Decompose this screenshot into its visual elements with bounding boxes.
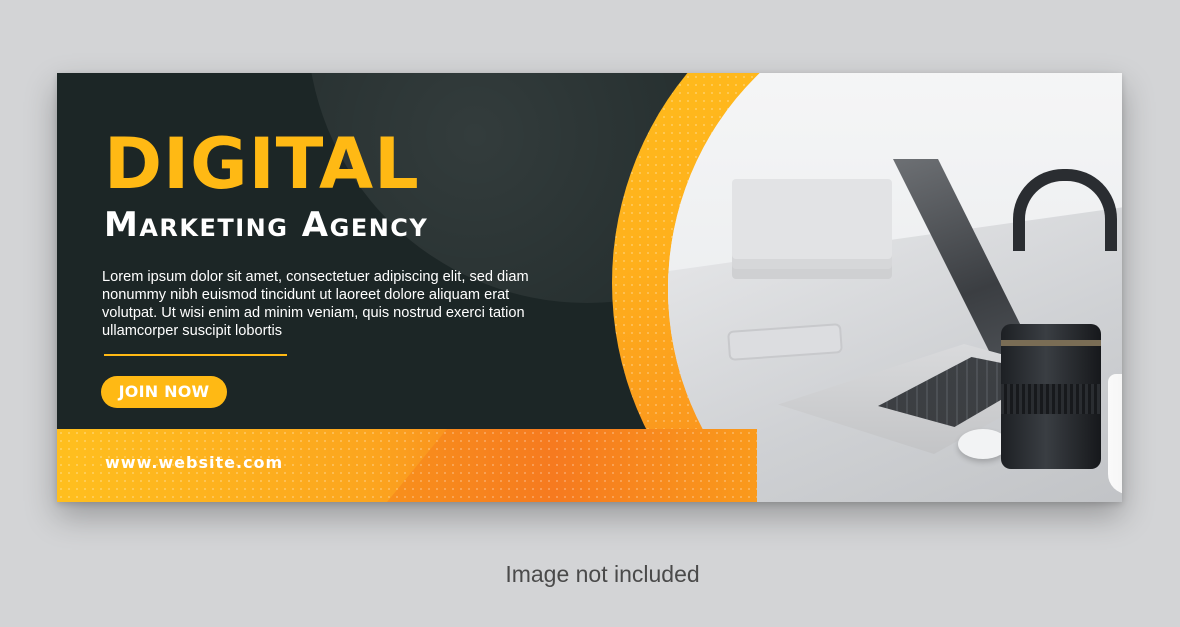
photo-cup <box>1108 374 1122 494</box>
website-link[interactable]: www.website.com <box>105 453 283 472</box>
headline-subtitle: Marketing Agency <box>104 205 429 245</box>
join-now-button[interactable]: JOIN NOW <box>101 376 227 408</box>
body-text: Lorem ipsum dolor sit amet, consectetuer… <box>102 269 529 339</box>
divider-line <box>104 354 287 356</box>
banner: DIGITAL Marketing Agency Lorem ipsum dol… <box>57 73 1122 502</box>
photo-books <box>732 179 892 259</box>
headline-title: DIGITAL <box>104 123 420 205</box>
photo-camera-lens <box>1001 324 1101 469</box>
image-caption: Image not included <box>505 561 700 587</box>
